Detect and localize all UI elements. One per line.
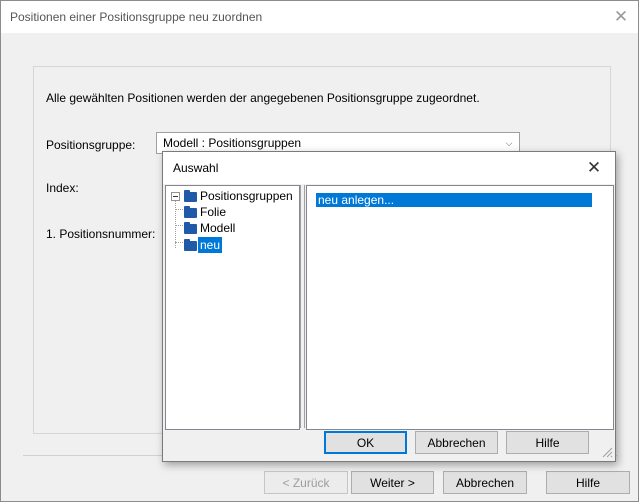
tree-item-folie[interactable]: Folie — [166, 204, 296, 220]
auswahl-title: Auswahl — [173, 161, 219, 175]
cancel-button[interactable]: Abbrechen — [443, 471, 527, 494]
tree-item-label: neu — [198, 237, 223, 253]
popup-help-button[interactable]: Hilfe — [506, 431, 589, 454]
folder-icon — [184, 206, 197, 218]
next-button[interactable]: Weiter > — [351, 471, 434, 494]
help-button[interactable]: Hilfe — [546, 471, 630, 494]
tree-item-modell[interactable]: Modell — [166, 220, 296, 236]
selection-list[interactable]: neu anlegen... — [306, 185, 614, 430]
collapse-icon[interactable] — [171, 192, 180, 201]
main-dialog-titlebar[interactable]: Positionen einer Positionsgruppe neu zuo… — [1, 1, 638, 33]
auswahl-dialog: Auswahl ✕ Positionsgruppen Folie Modell … — [162, 151, 616, 462]
list-item[interactable]: neu anlegen... — [316, 193, 592, 207]
group-combobox-value: Modell : Positionsgruppen — [163, 136, 302, 150]
tree-item-label: Modell — [200, 221, 236, 235]
back-button[interactable]: < Zurück — [264, 471, 348, 494]
folder-icon — [184, 222, 197, 234]
group-label: Positionsgruppe: — [46, 138, 136, 152]
chevron-down-icon[interactable]: ⌵ — [501, 135, 517, 151]
resize-grip-icon[interactable] — [601, 446, 613, 458]
folder-icon — [184, 239, 197, 251]
main-dialog-title: Positionen einer Positionsgruppe neu zuo… — [10, 10, 263, 24]
intro-text: Alle gewählten Positionen werden der ang… — [46, 91, 480, 105]
pane-splitter[interactable] — [300, 185, 305, 428]
tree-item-positionsgruppen[interactable]: Positionsgruppen — [166, 188, 296, 204]
tree-item-neu[interactable]: neu — [166, 237, 296, 253]
tree-item-label: Folie — [200, 205, 227, 219]
tree-item-label: Positionsgruppen — [200, 189, 293, 203]
ok-button[interactable]: OK — [324, 431, 407, 454]
index-label: Index: — [46, 181, 79, 195]
popup-cancel-button[interactable]: Abbrechen — [415, 431, 498, 454]
group-tree[interactable]: Positionsgruppen Folie Modell neu — [165, 185, 300, 430]
close-icon[interactable]: ✕ — [581, 156, 607, 180]
main-close-icon[interactable]: ✕ — [609, 6, 633, 28]
position-number-label: 1. Positionsnummer: — [46, 227, 156, 241]
folder-icon — [184, 190, 197, 202]
auswahl-titlebar[interactable]: Auswahl ✕ — [163, 152, 615, 184]
